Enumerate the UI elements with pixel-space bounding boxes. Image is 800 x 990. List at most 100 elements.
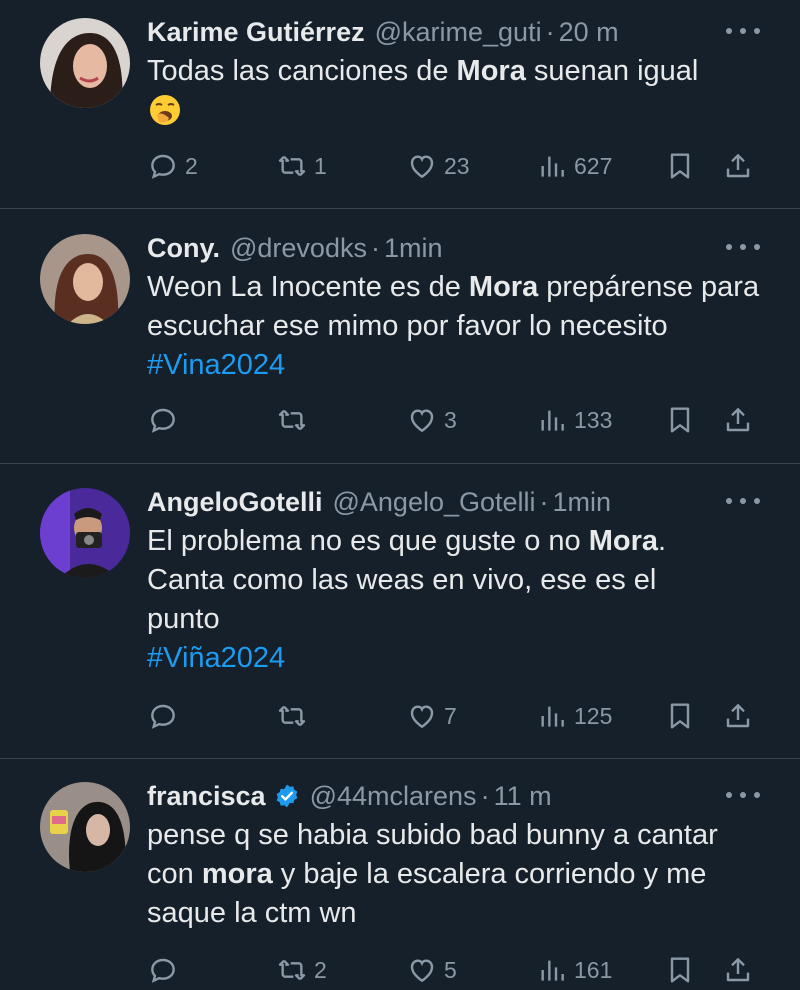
author-name[interactable]: Cony. <box>147 233 220 264</box>
reply-icon <box>151 408 175 433</box>
text-segment: suenan igual <box>525 55 699 87</box>
views-button[interactable]: 627 <box>536 146 612 186</box>
timestamp[interactable]: 1min <box>384 233 443 264</box>
retweet-icon <box>278 705 306 727</box>
views-icon <box>541 960 564 981</box>
views-count: 161 <box>574 956 613 983</box>
timestamp[interactable]: 1min <box>553 487 612 518</box>
separator-dot: · <box>480 780 490 811</box>
text-bold: Mora <box>588 525 659 557</box>
like-icon <box>410 705 434 729</box>
timestamp[interactable]: 11 m <box>494 781 552 812</box>
share-icon <box>726 154 750 178</box>
share-icon <box>726 408 750 432</box>
reply-button[interactable] <box>147 696 179 736</box>
like-icon <box>410 409 434 433</box>
text-bold: Mora <box>456 55 526 87</box>
like-count: 7 <box>444 702 457 729</box>
more-icon[interactable] <box>726 494 760 508</box>
tweet[interactable]: Karime Gutiérrez @karime_guti · 20 m Tod… <box>0 12 800 208</box>
more-icon[interactable] <box>726 240 760 254</box>
retweet-count: 1 <box>314 152 327 179</box>
tweet[interactable]: Cony. @drevodks · 1min Weon La Inocente … <box>0 228 800 462</box>
verified-icon <box>274 783 300 809</box>
bookmark-icon <box>670 957 690 983</box>
author-handle[interactable]: @karime_guti <box>375 17 542 48</box>
tweet-text: pense q se habia subido bad bunny a cant… <box>147 816 767 933</box>
retweet-button[interactable] <box>276 696 308 736</box>
avatar[interactable] <box>40 488 130 578</box>
retweet-icon <box>278 409 306 431</box>
reply-icon <box>151 154 175 179</box>
reply-icon <box>151 704 175 729</box>
bookmark-icon <box>670 153 690 179</box>
tweet-text: El problema no es que guste o no Mora. C… <box>147 522 707 678</box>
more-icon[interactable] <box>726 24 760 38</box>
hashtag-link[interactable]: #Viña2024 <box>147 642 285 674</box>
like-button[interactable]: 7 <box>406 696 457 736</box>
share-button[interactable] <box>722 696 754 736</box>
views-icon <box>541 706 564 727</box>
separator-dot: · <box>539 486 549 517</box>
views-count: 125 <box>574 702 613 729</box>
reply-button[interactable] <box>147 400 179 440</box>
views-button[interactable]: 133 <box>536 400 612 440</box>
share-button[interactable] <box>722 146 754 186</box>
like-button[interactable]: 3 <box>406 400 457 440</box>
avatar[interactable] <box>40 782 130 872</box>
views-count: 627 <box>574 152 613 179</box>
tweet[interactable]: francisca @44mclarens · 11 m pense q se … <box>0 776 800 986</box>
bookmark-button[interactable] <box>664 146 696 186</box>
bookmark-button[interactable] <box>664 950 696 990</box>
divider <box>0 208 800 209</box>
views-button[interactable]: 125 <box>536 696 612 736</box>
author-name[interactable]: Karime Gutiérrez <box>147 17 365 48</box>
separator-dot: · <box>370 232 380 263</box>
text-segment: Weon La Inocente es de <box>147 271 469 303</box>
avatar[interactable] <box>40 234 130 324</box>
text-segment: El problema no es que guste o no <box>147 525 589 557</box>
share-icon <box>726 704 750 728</box>
like-count: 3 <box>444 406 457 433</box>
tweet-text: Todas las canciones de Mora suenan igual <box>147 52 767 132</box>
yawning-face-emoji <box>147 91 183 127</box>
hashtag-link[interactable]: #Vina2024 <box>147 349 285 381</box>
views-icon <box>541 410 564 431</box>
text-bold: Mora <box>468 271 539 303</box>
share-button[interactable] <box>722 400 754 440</box>
retweet-button[interactable] <box>276 400 308 440</box>
reply-count: 2 <box>185 152 198 179</box>
bookmark-button[interactable] <box>664 400 696 440</box>
share-button[interactable] <box>722 950 754 990</box>
author-handle[interactable]: @Angelo_Gotelli <box>333 487 536 518</box>
retweet-icon <box>278 959 306 981</box>
timestamp[interactable]: 20 m <box>559 17 619 48</box>
text-bold: mora <box>201 858 273 890</box>
avatar[interactable] <box>40 18 130 108</box>
bookmark-button[interactable] <box>664 696 696 736</box>
retweet-count: 2 <box>314 956 327 983</box>
reply-icon <box>151 958 175 983</box>
views-button[interactable]: 161 <box>536 950 612 990</box>
retweet-button[interactable]: 1 <box>276 146 327 186</box>
tweet[interactable]: AngeloGotelli @Angelo_Gotelli · 1min El … <box>0 482 800 757</box>
divider <box>0 758 800 759</box>
author-name[interactable]: AngeloGotelli <box>147 487 323 518</box>
bookmark-icon <box>670 703 690 729</box>
reply-button[interactable] <box>147 950 179 990</box>
author-handle[interactable]: @44mclarens <box>310 781 477 812</box>
like-icon <box>410 155 434 179</box>
separator-dot: · <box>545 16 555 47</box>
author-name[interactable]: francisca <box>147 781 266 812</box>
like-button[interactable]: 5 <box>406 950 457 990</box>
like-count: 23 <box>444 152 470 179</box>
author-handle[interactable]: @drevodks <box>230 233 367 264</box>
more-icon[interactable] <box>726 788 760 802</box>
like-count: 5 <box>444 956 457 983</box>
like-button[interactable]: 23 <box>406 146 470 186</box>
retweet-button[interactable]: 2 <box>276 950 327 990</box>
text-segment: Todas las canciones de <box>147 55 457 87</box>
views-count: 133 <box>574 406 613 433</box>
reply-button[interactable]: 2 <box>147 146 198 186</box>
tweet-text: Weon La Inocente es de Mora prepárense p… <box>147 268 767 385</box>
